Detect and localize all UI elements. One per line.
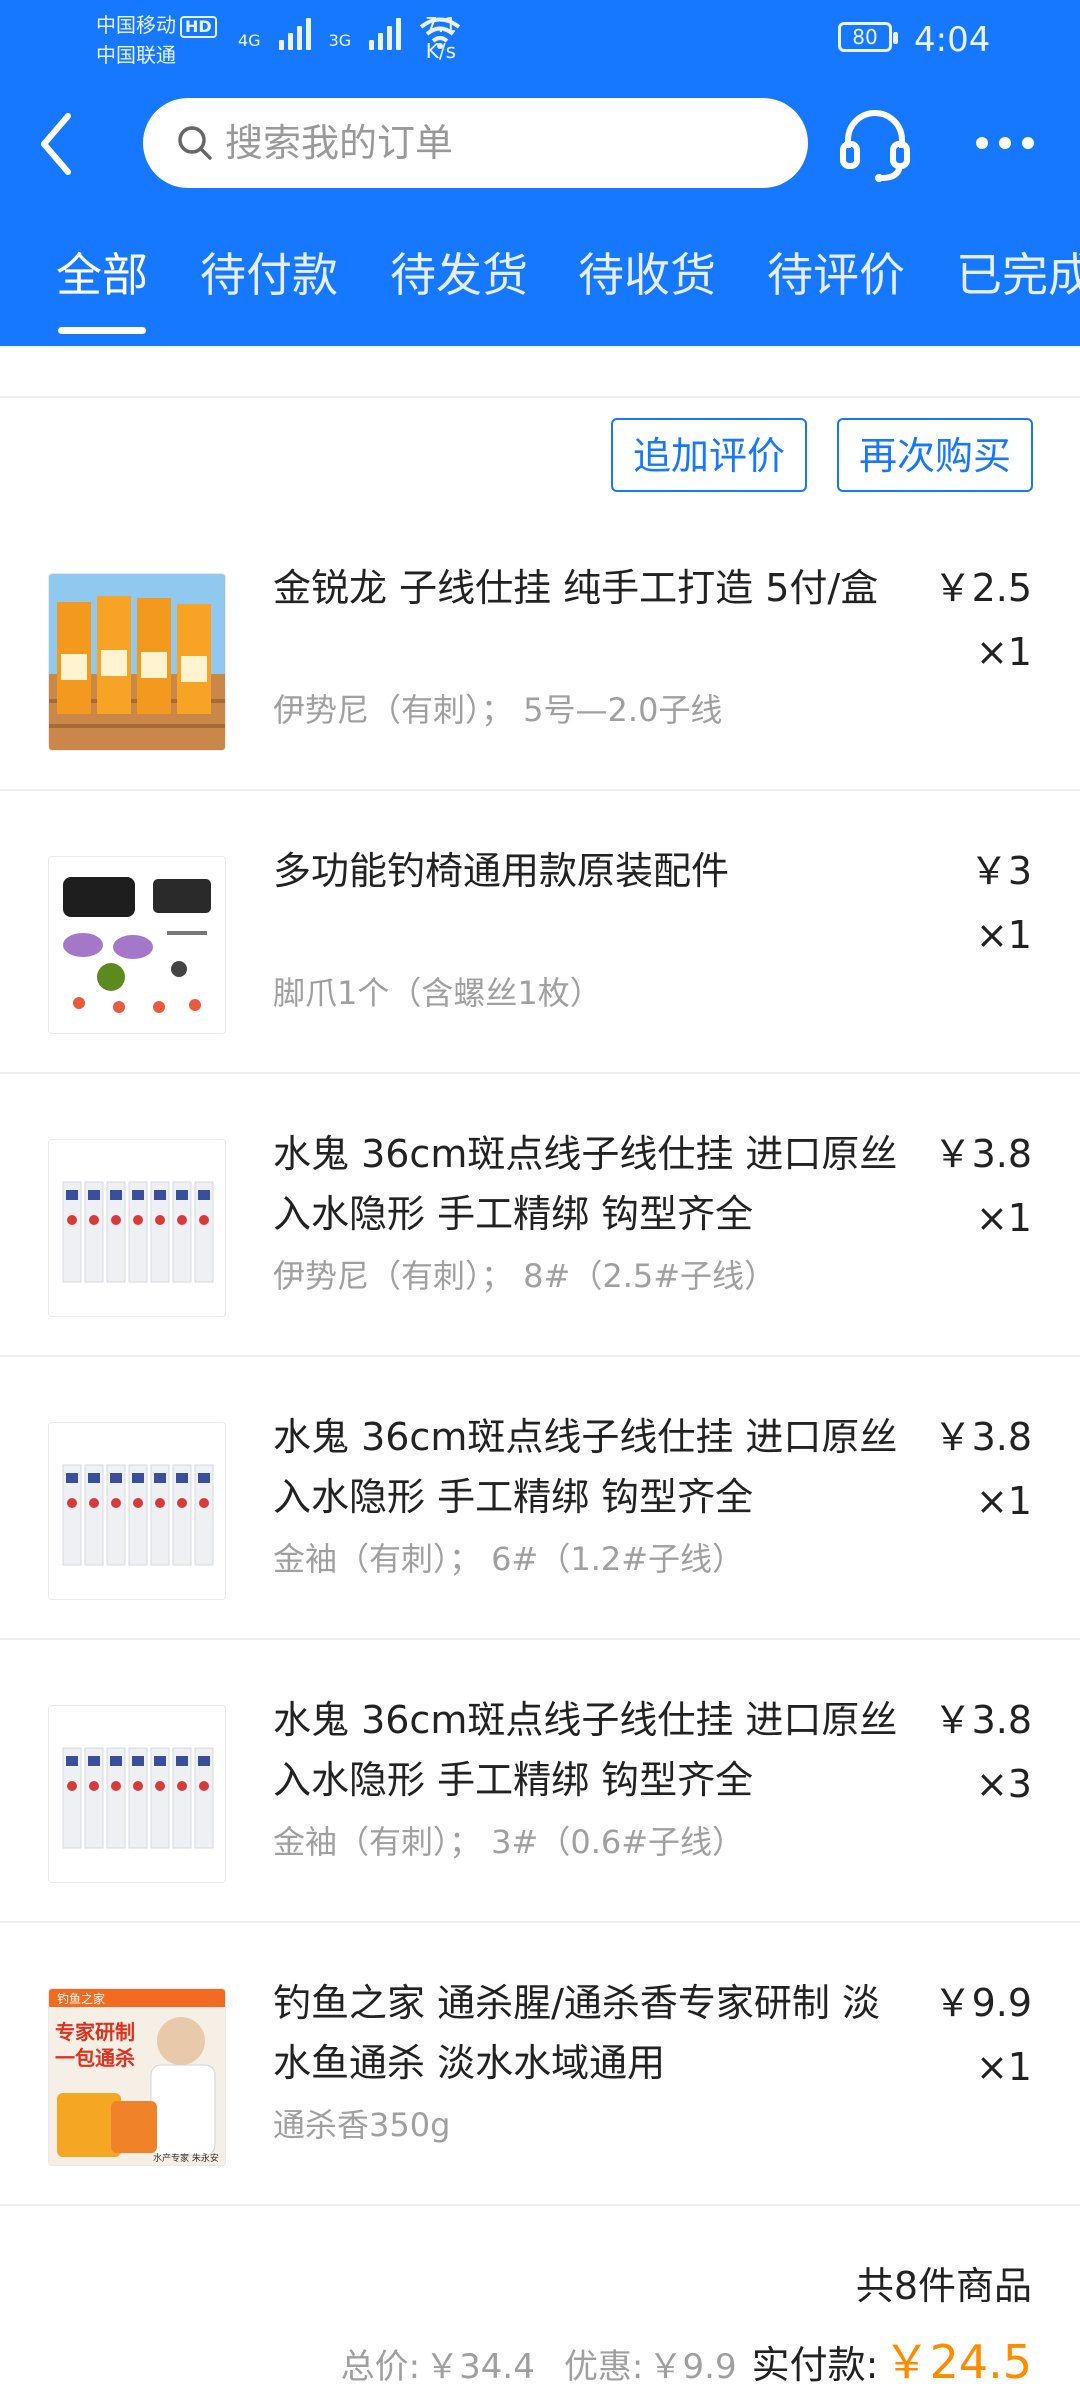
hd-badge: HD (180, 16, 217, 38)
signal-bars-icon (369, 18, 402, 50)
product-thumbnail[interactable] (48, 856, 226, 1034)
app-header: 中国移动 HD 中国联通 4G 3G 7.1 K/s 80 4:04 搜索我的订单… (0, 0, 1080, 346)
product-thumbnail[interactable]: 钓鱼之家 专家研制 一包通杀 水产专家 朱永安 (48, 1988, 226, 2166)
product-thumbnail[interactable] (48, 1705, 226, 1883)
tab-all[interactable]: 全部 (56, 245, 148, 305)
product-thumbnail[interactable] (48, 1422, 226, 1600)
product-price: ￥3.8 (933, 1698, 1032, 1742)
network-3g-label: 3G (328, 31, 352, 50)
more-dots-icon[interactable] (970, 126, 1040, 160)
product-spec: 脚爪1个（含螺丝1枚） (273, 974, 602, 1012)
product-quantity: ×1 (975, 2045, 1032, 2089)
item-count: 共8件商品 (855, 2264, 1032, 2308)
card-top-divider (0, 348, 1080, 398)
carrier-1: 中国移动 (96, 13, 176, 37)
product-title[interactable]: 水鬼 36cm斑点线子线仕挂 进口原丝 入水隐形 手工精绑 钩型齐全 (273, 1407, 913, 1527)
order-summary: 共8件商品 总价: ￥34.4 优惠: ￥9.9 实付款: ￥24.5 (0, 2208, 1080, 2400)
carrier-2: 中国联通 (96, 43, 176, 67)
product-quantity: ×1 (975, 1479, 1032, 1523)
total-label: 总价: (340, 2347, 421, 2387)
product-quantity: ×1 (975, 1196, 1032, 1240)
discount-label: 优惠: (563, 2347, 644, 2387)
tab-completed[interactable]: 已完成 (956, 245, 1080, 305)
search-input[interactable]: 搜索我的订单 (143, 98, 808, 188)
product-spec: 通杀香350g (273, 2106, 451, 2144)
list-item[interactable]: 水鬼 36cm斑点线子线仕挂 进口原丝 入水隐形 手工精绑 钩型齐全 金袖（有刺… (0, 1357, 1080, 1640)
list-item[interactable]: 多功能钓椅通用款原装配件 脚爪1个（含螺丝1枚） ￥3 ×1 (0, 791, 1080, 1074)
product-quantity: ×3 (975, 1762, 1032, 1806)
product-thumbnail[interactable] (48, 573, 226, 751)
thumb-tag-2: 一包通杀 (55, 2046, 135, 2070)
product-title[interactable]: 水鬼 36cm斑点线子线仕挂 进口原丝 入水隐形 手工精绑 钩型齐全 (273, 1124, 913, 1244)
order-card: 追加评价 再次购买 金锐龙 子线仕挂 纯手工打造 5付/盒 伊势尼（有刺）； 5… (0, 348, 1080, 2400)
product-price: ￥9.9 (933, 1981, 1032, 2025)
product-spec: 伊势尼（有刺）； 8#（2.5#子线） (273, 1257, 777, 1295)
totals-row: 总价: ￥34.4 优惠: ￥9.9 实付款: ￥24.5 (341, 2326, 1032, 2392)
tab-pending-receipt[interactable]: 待收货 (578, 245, 716, 305)
product-title[interactable]: 水鬼 36cm斑点线子线仕挂 进口原丝 入水隐形 手工精绑 钩型齐全 (273, 1690, 913, 1810)
product-spec: 金袖（有刺）； 6#（1.2#子线） (273, 1540, 745, 1578)
status-time: 4:04 (914, 20, 991, 60)
buy-again-button[interactable]: 再次购买 (836, 418, 1033, 492)
list-item[interactable]: 钓鱼之家 专家研制 一包通杀 水产专家 朱永安 钓鱼之家 通杀腥/通杀香专家研制… (0, 1923, 1080, 2206)
product-price: ￥2.5 (933, 566, 1032, 610)
list-item[interactable]: 金锐龙 子线仕挂 纯手工打造 5付/盒 伊势尼（有刺）； 5号—2.0子线 ￥2… (0, 508, 1080, 791)
product-quantity: ×1 (975, 913, 1032, 957)
add-review-button[interactable]: 追加评价 (610, 418, 807, 492)
product-title[interactable]: 金锐龙 子线仕挂 纯手工打造 5付/盒 (273, 558, 913, 618)
thumb-expert-text: 水产专家 朱永安 (153, 2152, 219, 2164)
product-image (49, 1423, 225, 1599)
product-spec: 伊势尼（有刺）； 5号—2.0子线 (273, 691, 723, 729)
active-tab-indicator (58, 327, 146, 334)
tab-pending-review[interactable]: 待评价 (767, 245, 905, 305)
product-price: ￥3.8 (933, 1132, 1032, 1176)
order-actions: 追加评价 再次购买 (610, 418, 1033, 492)
carrier-info: 中国移动 HD 中国联通 (96, 10, 217, 70)
product-spec: 金袖（有刺）； 3#（0.6#子线） (273, 1823, 745, 1861)
product-thumbnail[interactable] (48, 1139, 226, 1317)
total-value: ￥34.4 (425, 2347, 535, 2387)
product-quantity: ×1 (975, 630, 1032, 674)
product-image (49, 1706, 225, 1882)
order-tabs: 全部 待付款 待发货 待收货 待评价 已完成 (0, 245, 1080, 345)
search-icon (178, 126, 212, 160)
thumb-tag-1: 专家研制 (55, 2020, 135, 2044)
headset-icon[interactable] (838, 104, 912, 184)
battery-icon: 80 (838, 22, 898, 52)
product-title[interactable]: 钓鱼之家 通杀腥/通杀香专家研制 淡水鱼通杀 淡水水域通用 (273, 1973, 913, 2093)
product-image (49, 857, 225, 1033)
list-item[interactable]: 水鬼 36cm斑点线子线仕挂 进口原丝 入水隐形 手工精绑 钩型齐全 金袖（有刺… (0, 1640, 1080, 1923)
product-image (49, 1140, 225, 1316)
product-price: ￥3.8 (933, 1415, 1032, 1459)
network-4g-label: 4G (238, 31, 261, 50)
product-image: 钓鱼之家 专家研制 一包通杀 水产专家 朱永安 (49, 1989, 225, 2165)
product-image (49, 574, 225, 750)
tab-pending-shipment[interactable]: 待发货 (390, 245, 528, 305)
paid-label: 实付款: (751, 2343, 879, 2387)
thumb-brand-text: 钓鱼之家 (57, 1991, 105, 2006)
discount-value: ￥9.9 (648, 2347, 737, 2387)
chevron-left-icon[interactable] (30, 108, 90, 180)
search-placeholder: 搜索我的订单 (225, 121, 454, 165)
product-price: ￥3 (969, 849, 1032, 893)
signal-bars-icon (278, 18, 311, 50)
product-title[interactable]: 多功能钓椅通用款原装配件 (273, 841, 913, 901)
tab-pending-payment[interactable]: 待付款 (200, 245, 338, 305)
list-item[interactable]: 水鬼 36cm斑点线子线仕挂 进口原丝 入水隐形 手工精绑 钩型齐全 伊势尼（有… (0, 1074, 1080, 1357)
network-speed: 7.1 K/s (425, 13, 457, 63)
paid-value: ￥24.5 (883, 2335, 1032, 2389)
status-bar: 中国移动 HD 中国联通 4G 3G 7.1 K/s 80 4:04 (0, 0, 1080, 80)
